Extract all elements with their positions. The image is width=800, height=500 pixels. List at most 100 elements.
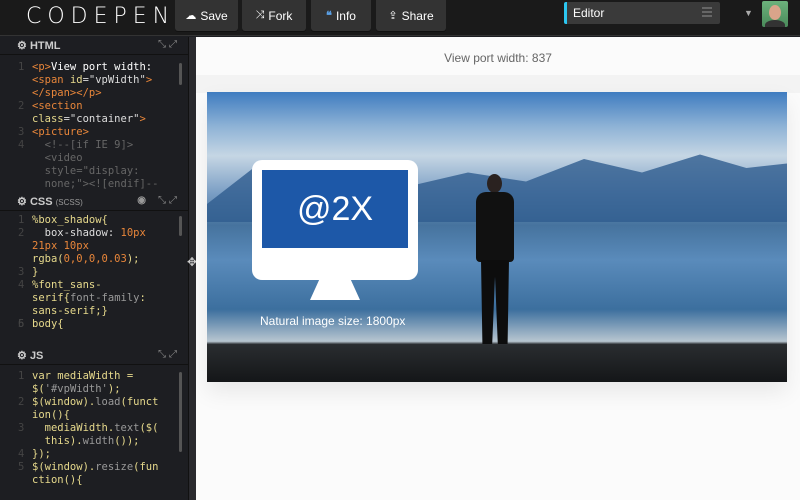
code-token: ion(){ — [32, 409, 70, 421]
code-line: 5 $(window).resize(fun — [0, 461, 188, 474]
code-token: ction(){ — [32, 474, 83, 486]
code-token: 21px 10px — [32, 240, 89, 252]
code-token: $( — [32, 383, 45, 395]
css-panel-header: ⚙ CSS (SCSS) ◉ ⤡⤢ — [0, 193, 188, 211]
save-label: Save — [200, 8, 228, 23]
code-token: id — [69, 74, 83, 86]
chevron-down-icon[interactable]: ▼ — [744, 8, 753, 18]
code-token: ); — [107, 383, 121, 395]
line-number: 2 — [18, 100, 25, 112]
share-button[interactable]: ⇪ Share — [376, 0, 446, 31]
avatar[interactable] — [762, 1, 788, 27]
line-number: 1 — [18, 214, 25, 226]
js-code-editor[interactable]: 1 var mediaWidth = $('#vpWidth'); 2 $(window… — [0, 370, 188, 500]
code-token: $(window). — [32, 396, 96, 408]
code-token: body{ — [32, 318, 64, 330]
view-select[interactable]: Editor — [564, 2, 720, 24]
code-token: width — [82, 435, 115, 447]
code-line: 1 <p>View port width: — [0, 61, 188, 74]
band — [196, 75, 800, 93]
gear-icon[interactable]: ⚙ — [17, 350, 27, 362]
share-label: Share — [401, 8, 434, 23]
css-preprocessor: (SCSS) — [55, 198, 83, 207]
code-token: text — [114, 422, 140, 434]
code-line: this).width()); — [0, 435, 188, 448]
code-token: </span></p> — [32, 87, 102, 99]
code-line: 2 <section — [0, 100, 188, 113]
code-line: 3} — [0, 266, 188, 279]
line-number: 1 — [18, 370, 25, 382]
preview-pane: View port width: 837 @2X Natural image s… — [196, 37, 800, 500]
info-button[interactable]: ❝ Info — [311, 0, 371, 31]
monitor-stand — [310, 278, 360, 300]
line-number: 2 — [18, 227, 25, 239]
code-line: none;"><![endif]-- — [0, 178, 188, 191]
maximize-icon[interactable]: ⤢ — [169, 195, 180, 206]
code-token: ="vpWidth" — [82, 74, 146, 86]
code-token: <!--[if IE 9]> — [32, 139, 134, 151]
code-line: 4}); — [0, 448, 188, 461]
code-line: style="display: — [0, 165, 188, 178]
code-token: this). — [32, 435, 83, 447]
line-number: 4 — [18, 139, 25, 151]
css-code-editor[interactable]: 1 %box_shadow{2 box-shadow: 10px 21px 10px… — [0, 214, 188, 346]
minimize-icon[interactable]: ⤡ — [158, 39, 169, 50]
html-title: HTML — [29, 40, 61, 52]
code-token: load — [95, 396, 121, 408]
line-number: 3 — [18, 266, 25, 278]
line-number: 3 — [18, 126, 25, 138]
monitor-icon: @2X — [252, 160, 418, 280]
gear-icon[interactable]: ⚙ — [17, 40, 27, 52]
code-token: }); — [32, 448, 51, 460]
code-token: > — [139, 113, 146, 125]
code-token: <span — [32, 74, 70, 86]
fork-button[interactable]: ⤨ Fork — [242, 0, 306, 31]
image-size-caption: Natural image size: 1800px — [260, 314, 406, 328]
line-number: 4 — [18, 448, 25, 460]
code-line: $('#vpWidth'); — [0, 383, 188, 396]
code-token: 10px — [120, 227, 146, 239]
minimize-icon[interactable]: ⤡ — [158, 195, 169, 206]
code-line: 4 %font_sans- — [0, 279, 188, 292]
code-line: <span id="vpWidth"> — [0, 74, 188, 87]
code-token: } — [32, 266, 39, 278]
fork-icon: ⤨ — [255, 9, 265, 21]
js-title: JS — [29, 350, 44, 362]
code-line: ction(){ — [0, 474, 188, 487]
code-token: %box_shadow{ — [32, 214, 108, 226]
code-token: (funct — [120, 396, 159, 408]
code-line: 1 var mediaWidth = — [0, 370, 188, 383]
code-token: mediaWidth. — [32, 422, 115, 434]
code-line: </span></p> — [0, 87, 188, 100]
html-code-editor[interactable]: 1 <p>View port width: <span id="vpWidth"> <… — [0, 61, 188, 193]
code-line: sans-serif;} — [0, 305, 188, 318]
code-line: class="container"> — [0, 113, 188, 126]
code-line: rgba(0,0,0,0.03); — [0, 253, 188, 266]
quote-icon: ❝ — [326, 10, 332, 22]
code-line: 4 <!--[if IE 9]> — [0, 139, 188, 152]
maximize-icon[interactable]: ⤢ — [169, 349, 180, 360]
viewport-width-text: View port width: 837 — [444, 51, 552, 65]
code-token: : — [139, 292, 146, 304]
codepen-logo[interactable]: CODEPEN — [26, 4, 175, 29]
code-line: 2 $(window).load(funct — [0, 396, 188, 409]
resize-handle[interactable]: ✥ — [187, 37, 197, 500]
minimize-icon[interactable]: ⤡ — [158, 349, 169, 360]
code-token: ()); — [114, 435, 140, 447]
eye-icon[interactable]: ◉ — [137, 195, 146, 206]
js-panel-header: ⚙ JS ⤡⤢ — [0, 347, 188, 365]
code-line: mediaWidth.text($( — [0, 422, 188, 435]
maximize-icon[interactable]: ⤢ — [169, 39, 180, 50]
code-token: none;"><![endif]-- — [32, 178, 159, 190]
fork-label: Fork — [268, 8, 293, 23]
code-token: font-family — [69, 292, 140, 304]
save-button[interactable]: ☁ Save — [175, 0, 238, 31]
menu-icon — [702, 7, 712, 17]
code-line: 21px 10px — [0, 240, 188, 253]
gear-icon[interactable]: ⚙ — [17, 196, 27, 208]
code-line: 2 box-shadow: 10px — [0, 227, 188, 240]
hero-image: @2X Natural image size: 1800px — [207, 92, 787, 382]
code-line: 1 %box_shadow{ — [0, 214, 188, 227]
code-token: View port width: — [50, 61, 153, 73]
code-line: serif{font-family: — [0, 292, 188, 305]
